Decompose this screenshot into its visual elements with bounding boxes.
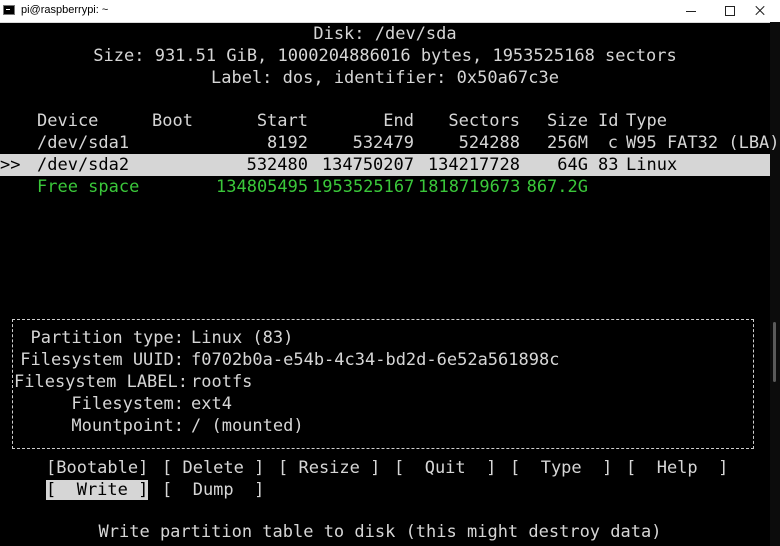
info-fs-uuid-value: f0702b0a-e54b-4c34-bd2d-6e52a561898c bbox=[191, 350, 560, 370]
row-sectors: 134217728 bbox=[427, 155, 520, 175]
minimize-button[interactable] bbox=[671, 0, 711, 22]
row-id: 83 bbox=[598, 155, 619, 175]
info-filesystem-value: ext4 bbox=[191, 394, 232, 414]
type-button[interactable]: [ Type ] bbox=[510, 458, 612, 478]
row-size: 867.2G bbox=[526, 177, 588, 197]
row-device: /dev/sda1 bbox=[37, 133, 130, 153]
scrollbar-thumb[interactable] bbox=[773, 322, 776, 382]
terminal-icon bbox=[3, 5, 15, 15]
info-partition-type-value: Linux (83) bbox=[191, 328, 294, 348]
row-end: 134750207 bbox=[321, 155, 414, 175]
terminal-screen: Disk: /dev/sda Size: 931.51 GiB, 1000204… bbox=[0, 22, 780, 546]
row-id: c bbox=[607, 133, 618, 153]
row-type: W95 FAT32 (LBA) bbox=[626, 133, 780, 153]
delete-button[interactable]: [ Delete ] bbox=[162, 458, 264, 478]
row-sectors: 524288 bbox=[458, 133, 520, 153]
disk-size: Size: 931.51 GiB, 1000204886016 bytes, 1… bbox=[93, 46, 677, 66]
info-partition-type-label: Partition type: bbox=[30, 328, 184, 348]
write-button[interactable]: [ Write ] bbox=[46, 480, 149, 500]
close-button[interactable] bbox=[740, 0, 780, 22]
row-device: Free space bbox=[37, 177, 140, 197]
col-id: Id bbox=[598, 111, 619, 131]
info-mountpoint-value: / (mounted) bbox=[191, 416, 304, 436]
col-type: Type bbox=[626, 111, 667, 131]
status-message: Write partition table to disk (this migh… bbox=[98, 522, 662, 542]
info-fs-label-label: Filesystem LABEL: bbox=[14, 372, 188, 392]
row-type: Linux bbox=[626, 155, 678, 175]
quit-button[interactable]: [ Quit ] bbox=[394, 458, 496, 478]
col-boot: Boot bbox=[152, 111, 193, 131]
scrollbar[interactable] bbox=[770, 22, 780, 546]
col-device: Device bbox=[37, 111, 99, 131]
selection-marker: >> bbox=[0, 155, 21, 175]
col-end: End bbox=[383, 111, 414, 131]
row-start: 532480 bbox=[246, 155, 308, 175]
disk-title: Disk: /dev/sda bbox=[313, 24, 457, 44]
row-start: 8192 bbox=[267, 133, 308, 153]
info-filesystem-label: Filesystem: bbox=[71, 394, 184, 414]
row-end: 532479 bbox=[352, 133, 414, 153]
row-start: 134805495 bbox=[216, 177, 309, 197]
info-fs-label-value: rootfs bbox=[191, 372, 253, 392]
row-sectors: 1818719673 bbox=[418, 177, 521, 197]
row-end: 1953525167 bbox=[312, 177, 415, 197]
table-row-selected[interactable]: >> /dev/sda2 532480 134750207 134217728 … bbox=[0, 154, 770, 176]
resize-button[interactable]: [ Resize ] bbox=[278, 458, 380, 478]
bootable-button[interactable]: [Bootable] bbox=[46, 458, 148, 478]
row-device: /dev/sda2 bbox=[37, 155, 130, 175]
row-size: 256M bbox=[547, 133, 588, 153]
disk-label: Label: dos, identifier: 0x50a67c3e bbox=[211, 68, 559, 88]
dump-button[interactable]: [ Dump ] bbox=[162, 480, 264, 500]
help-button[interactable]: [ Help ] bbox=[626, 458, 728, 478]
col-start: Start bbox=[256, 111, 308, 131]
info-mountpoint-label: Mountpoint: bbox=[71, 416, 184, 436]
col-sectors: Sectors bbox=[448, 111, 520, 131]
col-size: Size bbox=[547, 111, 588, 131]
window-titlebar: pi@raspberrypi: ~ bbox=[0, 0, 780, 23]
row-size: 64G bbox=[557, 155, 588, 175]
info-fs-uuid-label: Filesystem UUID: bbox=[20, 350, 184, 370]
window-title: pi@raspberrypi: ~ bbox=[21, 4, 109, 16]
